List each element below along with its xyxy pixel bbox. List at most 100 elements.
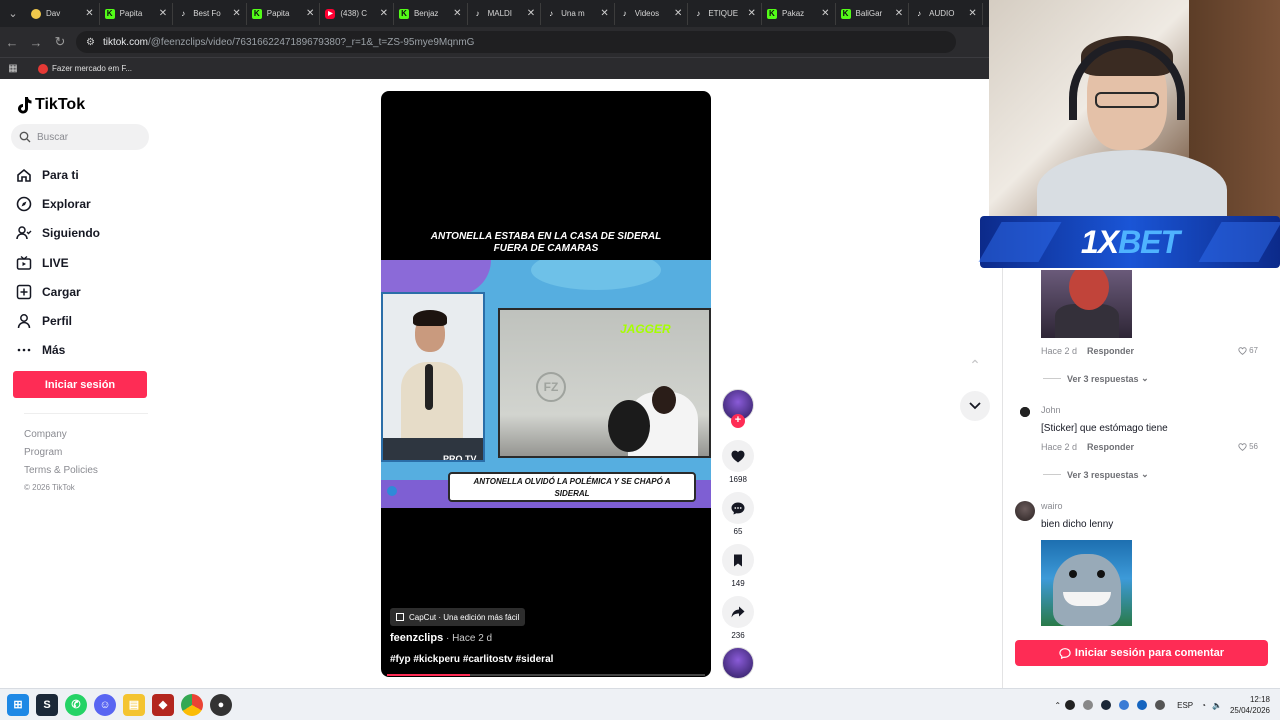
wifi-icon[interactable]: ◔ xyxy=(1201,701,1206,710)
login-button[interactable]: Iniciar sesión xyxy=(13,371,147,398)
close-icon[interactable]: ✕ xyxy=(968,8,976,19)
back-icon[interactable]: ← xyxy=(0,35,24,50)
close-icon[interactable]: ✕ xyxy=(380,8,388,19)
sidebar-item-siguiendo[interactable]: Siguiendo xyxy=(16,219,100,248)
capcut-badge[interactable]: CapCut · Una edición más fácil xyxy=(390,608,526,626)
sidebar-item-cargar[interactable]: Cargar xyxy=(16,277,100,306)
tiktok-logo[interactable]: TikTok xyxy=(16,96,85,114)
close-icon[interactable]: ✕ xyxy=(674,8,682,19)
obs-icon[interactable]: ● xyxy=(210,693,232,716)
sidebar-item-mas[interactable]: Más xyxy=(16,336,100,365)
chrome-icon[interactable] xyxy=(181,693,203,716)
dota-icon[interactable]: ◆ xyxy=(152,693,174,716)
steam-tray-icon[interactable] xyxy=(1101,700,1112,710)
follow-plus-icon[interactable]: + xyxy=(731,414,745,428)
browser-tab[interactable]: ♪ Best Fo ✕ xyxy=(173,2,247,25)
author-name: feenzclips xyxy=(390,632,444,644)
sidebar-item-explorar[interactable]: Explorar xyxy=(16,189,100,218)
search-box[interactable] xyxy=(11,124,149,150)
save-action[interactable]: 149 xyxy=(722,544,754,588)
windows-start-icon[interactable]: ⊞ xyxy=(7,693,29,716)
forward-icon[interactable]: → xyxy=(24,35,48,50)
comment-action[interactable]: 65 xyxy=(722,492,754,536)
close-icon[interactable]: ✕ xyxy=(159,8,167,19)
heart-icon[interactable] xyxy=(722,440,754,472)
share-icon[interactable] xyxy=(722,596,754,628)
browser-tab[interactable]: ♪ AUDIO ✕ xyxy=(909,2,983,25)
browser-tab[interactable]: ♪ Videos ✕ xyxy=(615,2,689,25)
search-input[interactable] xyxy=(37,131,137,143)
view-replies-button[interactable]: Ver 3 respuestas ⌄ xyxy=(1043,373,1149,384)
browser-tab[interactable]: K Benjaz ✕ xyxy=(394,2,468,25)
tray-app-icon[interactable] xyxy=(1155,700,1166,710)
video-player[interactable]: ANTONELLA ESTABA EN LA CASA DE SIDERAL F… xyxy=(381,91,711,677)
browser-tab[interactable]: K Pakaz ✕ xyxy=(762,2,836,25)
browser-tab[interactable]: K BaliGar ✕ xyxy=(836,2,910,25)
browser-tab[interactable]: K Papita ✕ xyxy=(100,2,174,25)
close-icon[interactable]: ✕ xyxy=(453,8,461,19)
whatsapp-icon[interactable]: ✆ xyxy=(65,693,87,716)
sidebar-item-live[interactable]: LIVE xyxy=(16,248,100,277)
chevron-up-icon[interactable]: ⌃ xyxy=(1054,701,1061,710)
person-figure xyxy=(1037,150,1227,220)
comment-like[interactable]: 56 xyxy=(1238,442,1258,451)
avatar[interactable] xyxy=(1015,501,1035,521)
clock[interactable]: 12:18 25/04/2026 xyxy=(1230,694,1270,716)
sidebar-item-perfil[interactable]: Perfil xyxy=(16,306,100,335)
apps-icon[interactable]: ▦ xyxy=(0,63,26,74)
close-icon[interactable]: ✕ xyxy=(232,8,240,19)
close-icon[interactable]: ✕ xyxy=(821,8,829,19)
view-replies-button[interactable]: Ver 3 respuestas ⌄ xyxy=(1043,469,1149,480)
discord-icon[interactable]: ☺ xyxy=(94,693,116,716)
avatar[interactable] xyxy=(1015,405,1035,425)
bluetooth-icon[interactable] xyxy=(1137,700,1148,710)
folder-icon[interactable]: ▤ xyxy=(123,693,145,716)
chevron-up-icon[interactable]: ⌃ xyxy=(960,350,990,380)
browser-tab[interactable]: ♪ MALDI ✕ xyxy=(468,2,542,25)
comment-username[interactable]: John xyxy=(1041,405,1061,415)
steam-icon[interactable]: S xyxy=(36,693,58,716)
chevron-down-icon[interactable] xyxy=(960,391,990,421)
footer-link-program[interactable]: Program xyxy=(24,444,98,462)
bookmark-icon[interactable] xyxy=(722,544,754,576)
comment-icon[interactable] xyxy=(722,492,754,524)
url-field[interactable]: ⚙ tiktok.com/@feenzclips/video/763166224… xyxy=(76,31,956,53)
browser-tab[interactable]: ♪ ETIQUE ✕ xyxy=(688,2,762,25)
close-icon[interactable]: ✕ xyxy=(306,8,314,19)
close-icon[interactable]: ✕ xyxy=(600,8,608,19)
live-icon xyxy=(16,255,32,271)
comment-username[interactable]: wairo xyxy=(1041,501,1063,511)
close-icon[interactable]: ✕ xyxy=(895,8,903,19)
close-icon[interactable]: ✕ xyxy=(748,8,756,19)
tray-app-icon[interactable] xyxy=(1083,700,1094,710)
chevron-down-icon: ⌄ xyxy=(1138,373,1149,383)
music-disc-avatar[interactable] xyxy=(722,647,754,679)
volume-icon[interactable]: 🔈 xyxy=(1212,701,1222,710)
browser-tab[interactable]: ▶ (438) C ✕ xyxy=(320,2,394,25)
browser-tab[interactable]: Dav ✕ xyxy=(26,2,100,25)
tab-label: AUDIO xyxy=(929,9,955,18)
video-progress-bar[interactable] xyxy=(387,674,705,676)
browser-tab[interactable]: K Papita ✕ xyxy=(247,2,321,25)
like-action[interactable]: 1698 xyxy=(722,440,754,484)
sidebar-item-para-ti[interactable]: Para ti xyxy=(16,160,100,189)
site-info-icon[interactable]: ⚙ xyxy=(86,37,95,48)
reply-button[interactable]: Responder xyxy=(1087,442,1134,452)
tab-search-icon[interactable]: ⌄ xyxy=(0,0,26,27)
close-icon[interactable]: ✕ xyxy=(85,8,93,19)
tray-app-icon[interactable] xyxy=(1065,700,1076,710)
bookmark-item[interactable]: Fazer mercado em F... xyxy=(52,64,132,73)
reload-icon[interactable]: ↻ xyxy=(48,34,72,50)
reply-button[interactable]: Responder xyxy=(1087,346,1134,356)
video-author[interactable]: feenzclips · Hace 2 d xyxy=(390,632,492,644)
footer-link-terms[interactable]: Terms & Policies xyxy=(24,462,98,480)
tray-app-icon[interactable] xyxy=(1119,700,1130,710)
footer-link-company[interactable]: Company xyxy=(24,426,98,444)
login-to-comment-button[interactable]: Iniciar sesión para comentar xyxy=(1015,640,1268,666)
language-indicator[interactable]: ESP xyxy=(1177,701,1193,710)
video-hashtags[interactable]: #fyp #kickperu #carlitostv #sideral xyxy=(390,654,553,665)
share-action[interactable]: 236 xyxy=(722,596,754,640)
browser-tab[interactable]: ♪ Una m ✕ xyxy=(541,2,615,25)
comment-like[interactable]: 67 xyxy=(1238,346,1258,355)
close-icon[interactable]: ✕ xyxy=(527,8,535,19)
